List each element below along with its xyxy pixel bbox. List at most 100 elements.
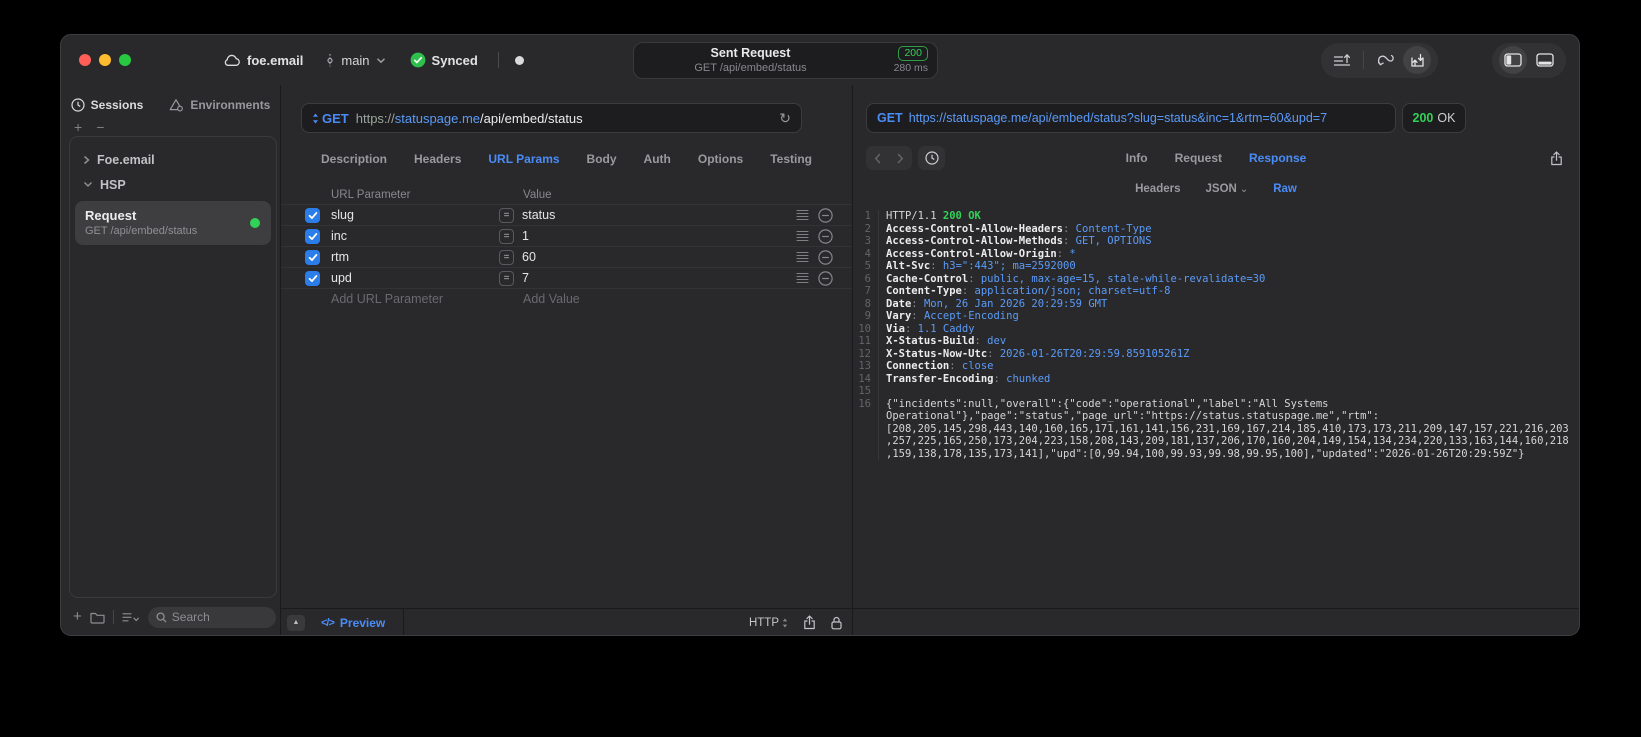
- tab-auth[interactable]: Auth: [644, 152, 671, 166]
- param-enabled-checkbox[interactable]: [305, 249, 320, 265]
- panel-left-icon: [1504, 53, 1522, 67]
- tab-headers[interactable]: Headers: [414, 152, 461, 166]
- tab-description[interactable]: Description: [321, 152, 387, 166]
- response-status-code: 200: [1412, 111, 1434, 125]
- preview-label: Preview: [339, 615, 386, 630]
- tab-testing[interactable]: Testing: [770, 152, 812, 166]
- close-window-button[interactable]: [79, 54, 91, 66]
- minimize-window-button[interactable]: [99, 54, 111, 66]
- add-param-row[interactable]: Add URL Parameter Add Value: [281, 288, 852, 309]
- search-input[interactable]: Search: [147, 606, 276, 628]
- param-row: upd = 7: [281, 267, 852, 288]
- tab-body[interactable]: Body: [587, 152, 617, 166]
- tab-options[interactable]: Options: [698, 152, 743, 166]
- line-number: 5: [853, 260, 879, 273]
- remove-param-icon[interactable]: [818, 228, 844, 244]
- response-line: 3 Access-Control-Allow-Methods: GET, OPTI…: [853, 235, 1571, 248]
- response-line: 7 Content-Type: application/json; charset…: [853, 285, 1571, 298]
- remove-param-icon[interactable]: [818, 249, 844, 265]
- remove-param-icon[interactable]: [818, 207, 844, 223]
- expand-panel-button[interactable]: ▲: [287, 614, 305, 631]
- drag-handle-icon[interactable]: [796, 272, 818, 284]
- window-controls: [79, 54, 131, 66]
- preview-button[interactable]: </> Preview: [321, 616, 385, 630]
- param-enabled-checkbox[interactable]: [305, 228, 320, 244]
- response-line: 10 Via: 1.1 Caddy: [853, 322, 1571, 335]
- refresh-icon[interactable]: ↻: [779, 110, 791, 127]
- param-value-field[interactable]: 7: [522, 271, 529, 285]
- zoom-window-button[interactable]: [119, 54, 131, 66]
- param-name-field[interactable]: rtm: [331, 250, 499, 264]
- params-rows: slug = status inc = 1 rtm = 60 upd = 7: [281, 204, 852, 288]
- tree-group-hsp[interactable]: HSP: [70, 172, 276, 197]
- tree-group-foe-email[interactable]: Foe.email: [70, 147, 276, 172]
- request-editor-tabs: Description Headers URL Params Body Auth Opti…: [281, 146, 852, 172]
- add-request-button[interactable]: +: [73, 609, 82, 624]
- param-name-field[interactable]: inc: [331, 229, 499, 243]
- lock-icon[interactable]: [831, 616, 842, 630]
- drag-handle-icon[interactable]: [796, 251, 818, 263]
- params-header-row: URL Parameter Value: [281, 185, 852, 204]
- tab-environments[interactable]: Environments: [169, 98, 270, 112]
- tab-url-params[interactable]: URL Params: [488, 152, 559, 166]
- request-summary-pill[interactable]: Sent Request GET /api/embed/status 200 2…: [633, 42, 938, 79]
- request-list-export-button[interactable]: [1328, 46, 1356, 74]
- method-selector[interactable]: GET: [312, 111, 349, 126]
- tab-response[interactable]: Response: [1249, 151, 1306, 165]
- line-number: 4: [853, 247, 879, 260]
- request-url-text[interactable]: https://statuspage.me/api/embed/status: [356, 111, 583, 126]
- param-enabled-checkbox[interactable]: [305, 207, 320, 223]
- response-line: 15: [853, 385, 1571, 398]
- chevron-right-icon: [83, 155, 90, 165]
- sync-status[interactable]: Synced: [410, 52, 478, 68]
- tab-info[interactable]: Info: [1126, 151, 1148, 165]
- add-param-name-placeholder[interactable]: Add URL Parameter: [331, 292, 499, 306]
- branch-switcher[interactable]: main: [325, 53, 385, 68]
- toggle-sidebar-button[interactable]: [1499, 46, 1527, 74]
- subtab-headers[interactable]: Headers: [1135, 183, 1180, 195]
- updown-arrows-icon: [782, 618, 788, 627]
- response-raw-view[interactable]: 1 HTTP/1.1 200 OK 2 Access-Control-Allow-He…: [853, 210, 1579, 608]
- subtab-raw[interactable]: Raw: [1273, 183, 1297, 195]
- protocol-selector[interactable]: HTTP: [749, 617, 788, 629]
- check-icon: [308, 232, 317, 240]
- param-name-field[interactable]: slug: [331, 208, 499, 222]
- remove-session-button[interactable]: −: [96, 120, 104, 136]
- param-row: inc = 1: [281, 225, 852, 246]
- line-number: 8: [853, 297, 879, 310]
- param-enabled-checkbox[interactable]: [305, 270, 320, 286]
- drag-handle-icon[interactable]: [796, 230, 818, 242]
- project-name: foe.email: [247, 52, 304, 68]
- project-switcher[interactable]: foe.email: [223, 53, 303, 68]
- sort-list-button[interactable]: [122, 612, 140, 623]
- subtab-json[interactable]: JSON ⌄: [1206, 183, 1249, 195]
- add-param-value-placeholder[interactable]: Add Value: [499, 292, 796, 306]
- tab-sessions-label: Sessions: [90, 98, 144, 112]
- new-folder-button[interactable]: [90, 611, 105, 624]
- param-value-field[interactable]: 60: [522, 250, 536, 264]
- tab-request[interactable]: Request: [1175, 151, 1222, 165]
- response-line: 9 Vary: Accept-Encoding: [853, 310, 1571, 323]
- param-name-field[interactable]: upd: [331, 271, 499, 285]
- search-placeholder: Search: [171, 610, 210, 624]
- line-number: 13: [853, 360, 879, 373]
- request-summary-title: Sent Request: [710, 46, 791, 60]
- add-session-button[interactable]: +: [74, 120, 82, 136]
- response-url-readout[interactable]: GET https://statuspage.me/api/embed/stat…: [866, 103, 1396, 133]
- remove-param-icon[interactable]: [818, 270, 844, 286]
- branch-icon: [325, 53, 335, 68]
- param-value-field[interactable]: 1: [522, 229, 529, 243]
- toggle-bottom-panel-button[interactable]: [1531, 46, 1559, 74]
- import-export-button[interactable]: [1403, 46, 1431, 74]
- share-icon[interactable]: [803, 615, 816, 630]
- tab-sessions[interactable]: Sessions: [71, 98, 144, 112]
- request-list-item-selected[interactable]: Request GET /api/embed/status: [75, 201, 271, 245]
- request-url-bar[interactable]: GET https://statuspage.me/api/embed/stat…: [301, 103, 802, 133]
- titlebar: foe.email main Synced Sent Request GET /…: [61, 35, 1579, 85]
- sync-loop-button[interactable]: [1371, 46, 1399, 74]
- param-value-field[interactable]: status: [522, 208, 555, 222]
- column-header-name: URL Parameter: [331, 188, 411, 201]
- response-url: https://statuspage.me/api/embed/status?s…: [908, 111, 1328, 125]
- column-header-value: Value: [523, 188, 552, 201]
- drag-handle-icon[interactable]: [796, 209, 818, 221]
